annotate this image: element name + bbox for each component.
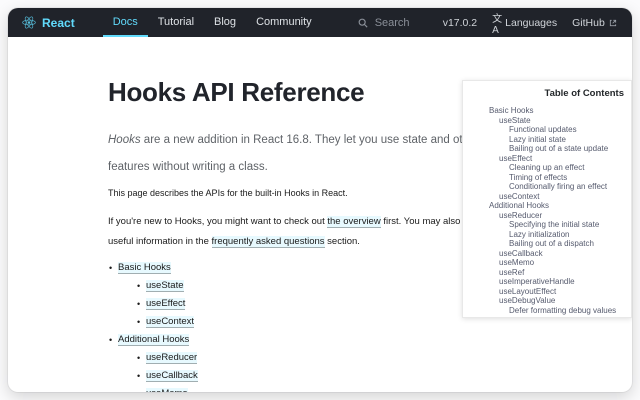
external-link-icon [609,19,617,27]
usestate-link[interactable]: useState [146,280,184,292]
react-logo-icon [22,16,36,29]
nav-item-community[interactable]: Community [246,8,322,37]
list-item-additional-hooks: Additional Hooks useReducer useCallback … [118,331,632,392]
toc-item[interactable]: Timing of effects [489,173,626,183]
toc-item[interactable]: useLayoutEffect [489,287,626,297]
hint-text-3: useful information in the [108,236,212,247]
nav-item-blog[interactable]: Blog [204,8,246,37]
languages-link[interactable]: 文A Languages [492,10,557,36]
useeffect-link[interactable]: useEffect [146,298,185,310]
github-label: GitHub [572,17,605,29]
usecontext-link[interactable]: useContext [146,316,194,328]
nav-item-tutorial[interactable]: Tutorial [148,8,204,37]
lead-text-line2: features without writing a class. [108,161,268,173]
search-input[interactable] [373,16,443,30]
site-header: React Docs Tutorial Blog Community v17.0… [8,8,632,37]
list-item: useReducer [146,349,632,367]
toc-item[interactable]: useReducer [489,211,626,221]
search-box [358,8,443,37]
basic-hooks-link[interactable]: Basic Hooks [118,262,171,274]
overview-link[interactable]: the overview [327,216,380,228]
toc-item[interactable]: Lazy initial state [489,135,626,145]
additional-hooks-link[interactable]: Additional Hooks [118,334,189,346]
toc-item[interactable]: Conditionally firing an effect [489,182,626,192]
nav-item-docs[interactable]: Docs [103,8,148,37]
usecallback-link[interactable]: useCallback [146,370,198,382]
toc-item[interactable]: Bailing out of a dispatch [489,239,626,249]
toc-item[interactable]: Lazy initialization [489,230,626,240]
list-item: useMemo [146,385,632,392]
toc-item[interactable]: useMemo [489,258,626,268]
toc-item[interactable]: useRef [489,268,626,278]
toc-item[interactable]: Specifying the initial state [489,220,626,230]
toc-item[interactable]: Bailing out of a state update [489,144,626,154]
languages-label: Languages [505,17,557,29]
toc-item[interactable]: useContext [489,192,626,202]
usememo-link[interactable]: useMemo [146,388,188,392]
lead-text-line1: are a new addition in React 16.8. They l… [141,134,513,146]
translate-icon: 文A [492,10,501,36]
browser-window: React Docs Tutorial Blog Community v17.0… [8,8,632,392]
toc-item[interactable]: useImperativeHandle [489,277,626,287]
toc-item[interactable]: useCallback [489,249,626,259]
header-right: v17.0.2 文A Languages GitHub [443,8,632,37]
additional-hooks-sublist: useReducer useCallback useMemo useRef [118,349,632,392]
toc-item[interactable]: Defer formatting debug values [489,306,626,316]
toc-item[interactable]: Cleaning up an effect [489,163,626,173]
react-home-link[interactable]: React [22,8,75,37]
usereducer-link[interactable]: useReducer [146,352,197,364]
toc-item[interactable]: useState [489,116,626,126]
list-item: useCallback [146,367,632,385]
toc-item[interactable]: Additional Hooks [489,201,626,211]
lead-italic-word: Hooks [108,134,141,146]
main-nav: Docs Tutorial Blog Community [103,8,322,37]
toc-item[interactable]: Basic Hooks [489,106,626,116]
search-icon [358,18,368,28]
hint-text-1: If you're new to Hooks, you might want t… [108,216,327,227]
brand-name: React [42,16,75,30]
faq-link[interactable]: frequently asked questions [212,236,325,248]
toc-item[interactable]: Functional updates [489,125,626,135]
toc-item[interactable]: useDebugValue [489,296,626,306]
github-link[interactable]: GitHub [572,17,617,29]
hint-text-4: section. [325,236,360,247]
toc-item[interactable]: useEffect [489,154,626,164]
toc-title: Table of Contents [489,88,624,99]
version-link[interactable]: v17.0.2 [443,17,477,29]
table-of-contents-panel: Table of Contents Basic Hooks useState F… [462,80,632,318]
